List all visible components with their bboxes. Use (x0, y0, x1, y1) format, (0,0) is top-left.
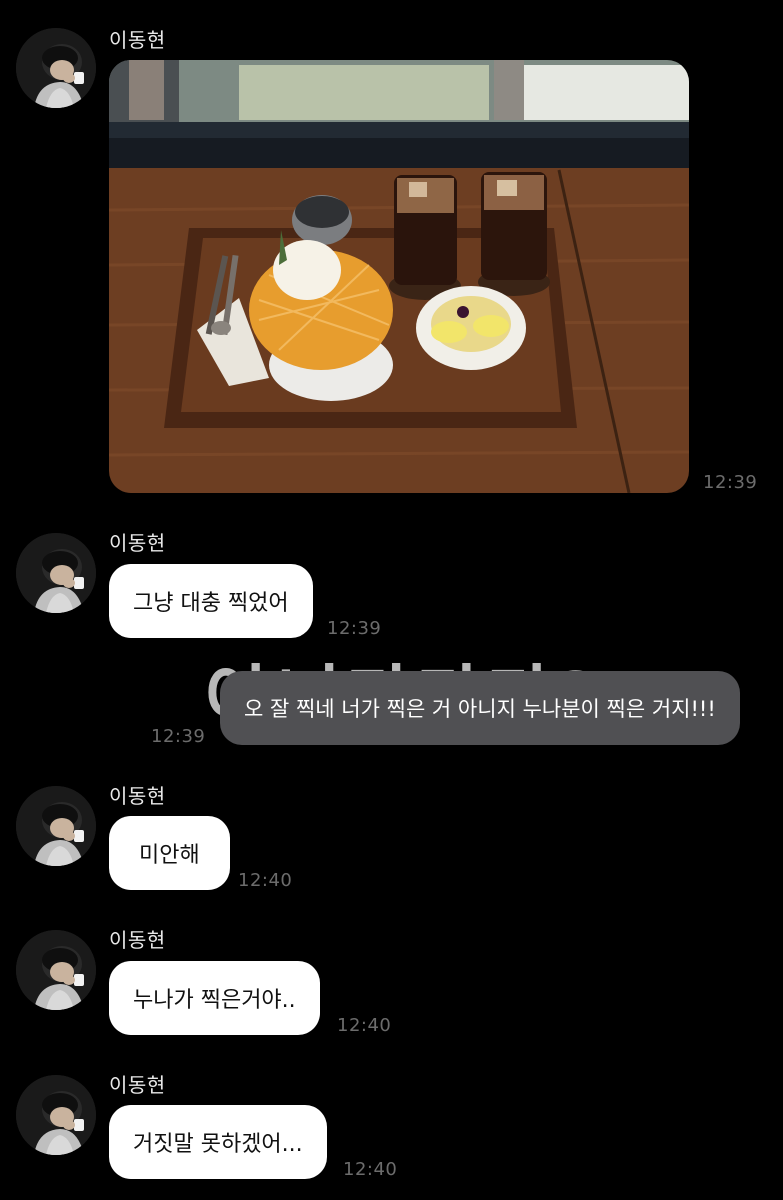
message-bubble[interactable]: 누나가 찍은거야.. (109, 961, 320, 1035)
sender-name: 이동현 (109, 784, 166, 808)
timestamp: 12:39 (703, 472, 758, 493)
message-text: 거짓말 못하겠어... (133, 1132, 303, 1157)
message-bubble-sent[interactable]: 오 잘 찍네 너가 찍은 거 아니지 누나분이 찍은 거지!!! (220, 671, 740, 745)
sender-name: 이동현 (109, 1073, 166, 1097)
timestamp: 12:40 (337, 1015, 392, 1036)
timestamp: 12:39 (151, 726, 206, 747)
message-text: 오 잘 찍네 너가 찍은 거 아니지 누나분이 찍은 거지!!! (244, 697, 716, 721)
message-bubble[interactable]: 미안해 (109, 816, 230, 890)
message-bubble[interactable]: 거짓말 못하겠어... (109, 1105, 327, 1179)
avatar[interactable] (16, 28, 96, 108)
message-text: 미안해 (139, 843, 200, 868)
message-text: 누나가 찍은거야.. (133, 988, 296, 1013)
timestamp: 12:40 (238, 870, 293, 891)
timestamp: 12:39 (327, 618, 382, 639)
message-bubble[interactable]: 그냥 대충 찍었어 (109, 564, 313, 638)
shared-photo[interactable] (109, 60, 689, 493)
sender-name: 이동현 (109, 928, 166, 952)
avatar[interactable] (16, 533, 96, 613)
avatar[interactable] (16, 1075, 96, 1155)
sender-name: 이동현 (109, 28, 166, 52)
timestamp: 12:40 (343, 1159, 398, 1180)
avatar[interactable] (16, 786, 96, 866)
avatar[interactable] (16, 930, 96, 1010)
message-text: 그냥 대충 찍었어 (133, 591, 289, 616)
sender-name: 이동현 (109, 531, 166, 555)
